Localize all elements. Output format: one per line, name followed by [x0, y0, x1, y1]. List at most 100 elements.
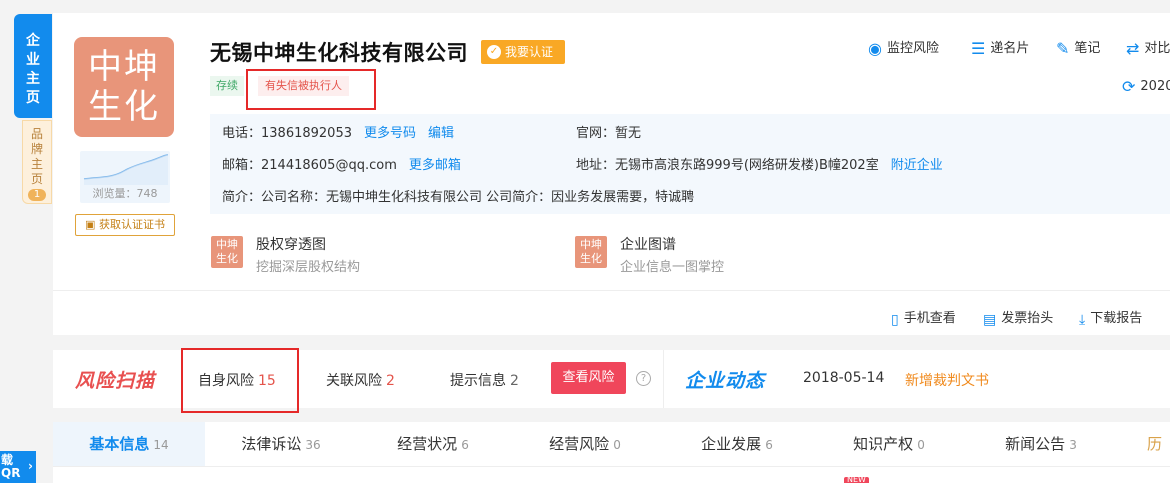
website-label: 官网： — [576, 126, 616, 141]
tab-count: 6 — [765, 438, 773, 452]
floating-download-button[interactable]: 载 QR › — [0, 451, 36, 483]
related-risk-link[interactable]: 关联风险 2 — [326, 370, 395, 390]
card-icon: ☰ — [971, 39, 986, 58]
feat-icon-line: 中坤 — [580, 238, 602, 251]
verified-check-icon: ✓ — [487, 45, 501, 59]
section-tabs: 基本信息 14 法律诉讼 36 经营状况 6 经营风险 0 企业发展 6 知识产权 0 新闻… — [53, 422, 1170, 483]
tab-history[interactable]: 历 — [1117, 422, 1170, 466]
mobile-view-button[interactable]: ▯ 手机查看 — [891, 307, 956, 328]
new-badge: NEW — [844, 477, 869, 483]
company-dynamics-logo: 企业动态 — [685, 370, 766, 392]
tab-legal[interactable]: 法律诉讼 36 — [205, 422, 357, 466]
logo-line: 中坤 — [88, 47, 160, 87]
enterprise-graph-icon[interactable]: 中坤 生化 — [575, 236, 607, 268]
trend-line-graphic — [83, 154, 169, 185]
equity-chart-title[interactable]: 股权穿透图 — [256, 234, 326, 254]
note-label: 笔记 — [1074, 41, 1101, 56]
views-count: 浏览量：748 — [92, 187, 158, 200]
enterprise-graph-subtitle: 企业信息一图掌控 — [620, 260, 725, 275]
tab-count: 14 — [153, 438, 169, 452]
tab-operations[interactable]: 经营状况 6 — [357, 422, 509, 466]
tab-label: 历 — [1147, 435, 1163, 453]
invoice-icon: ▤ — [983, 312, 997, 328]
tab-development[interactable]: 企业发展 6 — [661, 422, 813, 466]
enterprise-graph-title[interactable]: 企业图谱 — [620, 234, 676, 254]
side-tab-company-home[interactable]: 企 业 主 页 — [14, 14, 52, 118]
side-tab-char: 牌 — [30, 142, 43, 156]
send-card-button[interactable]: ☰ 递名片 — [971, 37, 1029, 58]
more-email-link[interactable]: 更多邮箱 — [409, 158, 461, 173]
contact-info-panel: 电话：13861892053 更多号码 编辑 官网：暂无 邮箱：214418605@… — [210, 114, 1170, 214]
nearby-companies-link[interactable]: 附近企业 — [891, 158, 943, 173]
card-label: 递名片 — [990, 41, 1030, 56]
dynamics-date: 2018-05-14 — [803, 370, 885, 386]
phone-value: 13861892053 — [261, 126, 352, 141]
divider — [53, 290, 1170, 291]
mobile-label: 手机查看 — [903, 311, 956, 326]
intro-row: 简介：公司名称：无锡中坤生化科技有限公司 公司简介：因业务发展需要，特诚聘 — [222, 186, 694, 205]
note-button[interactable]: ✎ 笔记 — [1056, 37, 1100, 58]
tab-count: 6 — [461, 438, 469, 452]
tab-basic-info[interactable]: 基本信息 14 — [53, 422, 205, 466]
related-risk-label: 关联风险 — [326, 373, 382, 389]
intro-value: 公司名称：无锡中坤生化科技有限公司 公司简介：因业务发展需要，特诚聘 — [261, 190, 695, 205]
certificate-icon: ▣ — [85, 218, 96, 231]
tab-label: 基本信息 — [89, 435, 150, 453]
side-tab-char: 页 — [30, 172, 43, 186]
tab-ip[interactable]: 知识产权 0 — [813, 422, 965, 466]
invoice-header-button[interactable]: ▤ 发票抬头 — [983, 307, 1053, 328]
eye-icon: ◉ — [868, 39, 882, 58]
pencil-icon: ✎ — [1056, 39, 1070, 58]
tab-count: 0 — [917, 438, 925, 452]
tips-label: 提示信息 — [450, 373, 506, 389]
feat-icon-line: 中坤 — [216, 238, 238, 251]
phone-icon: ▯ — [891, 312, 899, 328]
view-trend-chart: 浏览量：748 — [80, 151, 170, 203]
chevron-right-icon: › — [28, 459, 33, 473]
intro-label: 简介： — [222, 190, 262, 205]
risk-scan-logo: 风险扫描 — [75, 370, 156, 392]
status-badge: 存续 — [210, 76, 244, 96]
address-row: 地址：无锡市高浪东路999号(网络研发楼)B幢202室 附近企业 — [576, 154, 943, 173]
divider — [53, 466, 1170, 467]
side-tab-char: 业 — [26, 52, 40, 68]
tab-count: 3 — [1069, 438, 1077, 452]
more-phone-link[interactable]: 更多号码 — [364, 126, 416, 141]
verify-button[interactable]: ✓ 我要认证 — [481, 40, 565, 64]
get-certificate-button[interactable]: ▣ 获取认证证书 — [75, 214, 175, 236]
refresh-button[interactable]: ⟳ 2020 — [1122, 77, 1170, 96]
tab-label: 法律诉讼 — [241, 435, 302, 453]
help-icon[interactable]: ? — [636, 371, 651, 386]
email-row: 邮箱：214418605@qq.com 更多邮箱 — [222, 154, 461, 173]
related-risk-count: 2 — [386, 373, 395, 389]
tips-info-link[interactable]: 提示信息 2 — [450, 370, 519, 390]
email-value: 214418605@qq.com — [261, 158, 397, 173]
edit-link[interactable]: 编辑 — [428, 126, 454, 141]
invoice-label: 发票抬头 — [1001, 311, 1054, 326]
equity-chart-icon[interactable]: 中坤 生化 — [211, 236, 243, 268]
side-tab-char: 企 — [26, 33, 40, 49]
dynamics-link[interactable]: 新增裁判文书 — [905, 370, 989, 390]
monitor-risk-button[interactable]: ◉ 监控风险 — [868, 37, 939, 58]
tab-label: 经营风险 — [549, 435, 610, 453]
verify-label: 我要认证 — [505, 45, 554, 59]
side-tab-brand-home[interactable]: 品 牌 主 页 1 — [22, 120, 52, 204]
tab-label: 新闻公告 — [1005, 435, 1066, 453]
highlight-box — [181, 348, 299, 413]
tab-news[interactable]: 新闻公告 3 — [965, 422, 1117, 466]
download-report-button[interactable]: ⤓ 下载报告 — [1079, 307, 1142, 328]
website-row: 官网：暂无 — [576, 122, 641, 141]
address-value: 无锡市高浪东路999号(网络研发楼)B幢202室 — [615, 158, 879, 173]
tab-label: 企业发展 — [701, 435, 762, 453]
tab-count: 36 — [305, 438, 321, 452]
logo-line: 生化 — [88, 87, 160, 127]
monitor-label: 监控风险 — [886, 41, 939, 56]
address-label: 地址： — [576, 158, 616, 173]
view-risk-button[interactable]: 查看风险 — [551, 362, 626, 394]
side-tab-char: 品 — [30, 127, 43, 141]
side-tab-char: 主 — [30, 157, 43, 171]
brand-count-badge: 1 — [28, 189, 46, 201]
website-value: 暂无 — [615, 126, 642, 141]
tab-operating-risk[interactable]: 经营风险 0 — [509, 422, 661, 466]
compare-button[interactable]: ⇄ 对比 — [1126, 37, 1170, 58]
